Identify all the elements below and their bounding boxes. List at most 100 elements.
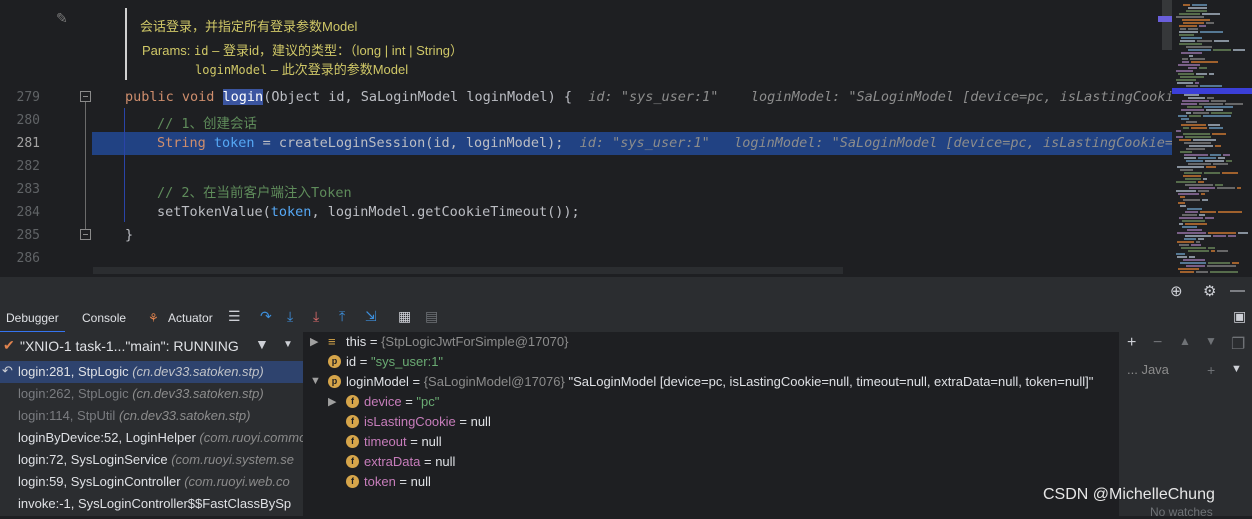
minimap-stroke [1179,139,1191,141]
minimap-stroke [1211,112,1232,114]
minimap-stroke [1183,127,1189,129]
minimap-stroke [1176,70,1193,72]
minimap-stroke [1197,40,1212,42]
tab-debugger[interactable]: Debugger [0,311,65,333]
trace-icon[interactable]: ▤ [425,308,438,325]
indent-guide [124,108,125,222]
minimap-stroke [1189,256,1195,258]
step-over-icon[interactable]: ↷ [260,308,272,325]
move-down-icon[interactable]: ▼ [1205,334,1217,348]
minimap-stroke [1181,247,1206,249]
layout-icon[interactable]: ▣ [1233,308,1246,325]
minimap-stroke [1209,127,1223,129]
minimap-stroke [1225,103,1243,105]
minimap-stroke [1177,82,1193,84]
code-line-282[interactable] [92,155,1172,178]
editor-scrollbar[interactable] [1162,0,1172,50]
crosshair-icon[interactable]: ⊕ [1170,282,1183,300]
minimap-stroke [1203,178,1207,180]
frames-panel: ✔ "XNIO-1 task-1..."main": RUNNING ▼ ▼ ↶… [0,332,304,516]
minimap-stroke [1179,223,1183,225]
thread-selector[interactable]: ✔ "XNIO-1 task-1..."main": RUNNING ▼ ▼ [0,332,303,360]
minimap-stroke [1177,256,1187,258]
copy-icon[interactable]: ❐ [1231,334,1245,354]
minimap-stroke [1184,94,1199,96]
inline-debug-hint: id: "sys_user:1" loginModel: "SaLoginMod… [572,89,1252,105]
step-into-icon[interactable]: ⤓ [287,308,293,325]
collapse-arrow-icon[interactable]: ▼ [310,375,321,387]
method-name-login[interactable]: login [222,89,264,105]
doc-param-id: Params: id – 登录id，建议的类型：（long | int | St… [142,43,464,58]
tab-console[interactable]: Console [82,311,126,325]
remove-watch-icon[interactable]: − [1153,334,1162,352]
field-icon: f [346,475,359,488]
code-line-280[interactable]: // 1、创建会话 [92,109,1172,132]
minimap-stroke [1199,25,1206,27]
minimap-stroke [1178,64,1200,66]
stack-frame[interactable]: ↶ login:281, StpLogic (cn.dev33.satoken.… [0,361,303,383]
language-selector[interactable]: ... Java [1127,362,1169,377]
minimap-stroke [1184,172,1202,174]
minimap-stroke [1238,232,1248,234]
stack-frame[interactable]: invoke:-1, SysLoginController$$FastClass… [0,493,303,515]
force-step-into-icon[interactable]: ⤓ [313,308,319,325]
minimap-stroke [1191,127,1207,129]
minimap-stroke [1180,76,1204,78]
horizontal-scrollbar[interactable] [93,267,843,274]
code-line-285[interactable]: } [92,224,1172,247]
debug-toolbar: Debugger Console ⚘ Actuator ☰ ↷ ⤓ ⤓ ⤒ ⇲ … [0,304,1252,333]
code-line-281-current[interactable]: String token = createLoginSession(id, lo… [92,132,1252,155]
actuator-icon[interactable]: ⚘ [148,311,159,325]
minimap-stroke [1179,25,1197,27]
stack-frame[interactable]: login:114, StpUtil (cn.dev33.satoken.stp… [0,405,303,427]
expand-arrow-icon[interactable]: ▶ [310,335,318,348]
minimap-stroke [1176,136,1183,138]
line-number: 286 [16,251,40,266]
stack-frame[interactable]: login:262, StpLogic (cn.dev33.satoken.st… [0,383,303,405]
stack-frame[interactable]: loginByDevice:52, LoginHelper (com.ruoyi… [0,427,303,449]
fold-marker-icon[interactable] [80,229,91,240]
stack-frame[interactable]: login:59, SysLoginController (com.ruoyi.… [0,471,303,493]
gear-icon[interactable]: ⚙ [1203,282,1216,300]
menu-icon[interactable]: ☰ [228,308,241,325]
add-watch-icon[interactable]: + [1127,334,1136,352]
minimap-current-line [1172,88,1252,94]
minimap-stroke [1187,229,1202,231]
minimap-stroke [1187,106,1202,108]
code-line-279[interactable]: public void login(Object id, SaLoginMode… [92,86,1252,109]
code-minimap[interactable] [1172,0,1252,276]
tab-actuator[interactable]: Actuator [168,311,213,325]
minimap-stroke [1198,157,1216,159]
minimap-stroke [1183,259,1205,261]
minimap-stroke [1183,4,1190,6]
stack-frame[interactable]: login:72, SysLoginService (com.ruoyi.sys… [0,449,303,471]
minimap-stroke [1177,241,1194,243]
code-line-283[interactable]: // 2、在当前客户端注入Token [92,178,1172,201]
filter-icon[interactable]: ▼ [255,336,269,352]
edit-pencil-icon[interactable]: ✎ [56,10,68,27]
chevron-down-icon[interactable]: ▼ [1231,363,1242,375]
minimap-stroke [1179,43,1202,45]
run-to-cursor-icon[interactable]: ⇲ [365,308,377,325]
expand-arrow-icon[interactable]: ▶ [328,395,336,408]
minimize-icon[interactable]: — [1230,282,1245,299]
code-line-284[interactable]: setTokenValue(token, loginModel.getCooki… [92,201,1172,224]
step-out-icon[interactable]: ⤒ [339,308,345,325]
chevron-down-icon[interactable]: ▼ [283,339,293,350]
minimap-stroke [1208,247,1215,249]
minimap-stroke [1176,190,1196,192]
minimap-stroke [1182,226,1197,228]
move-up-icon[interactable]: ▲ [1179,334,1191,348]
code-editor[interactable]: ✎ 会话登录，并指定所有登录参数Model Params: id – 登录id，… [0,0,1252,276]
minimap-stroke [1198,181,1204,183]
watermark: CSDN @MichelleChung [1043,486,1215,503]
minimap-stroke [1207,265,1236,267]
doc-summary: 会话登录，并指定所有登录参数Model [140,19,358,34]
field-icon: f [346,455,359,468]
error-stripe-marker[interactable] [1158,16,1172,22]
fold-marker-icon[interactable] [80,91,91,102]
minimap-stroke [1192,4,1207,6]
evaluate-expression-icon[interactable]: ▦ [398,308,411,325]
add-inline-watch-icon[interactable]: + [1207,362,1215,378]
minimap-stroke [1180,151,1192,153]
